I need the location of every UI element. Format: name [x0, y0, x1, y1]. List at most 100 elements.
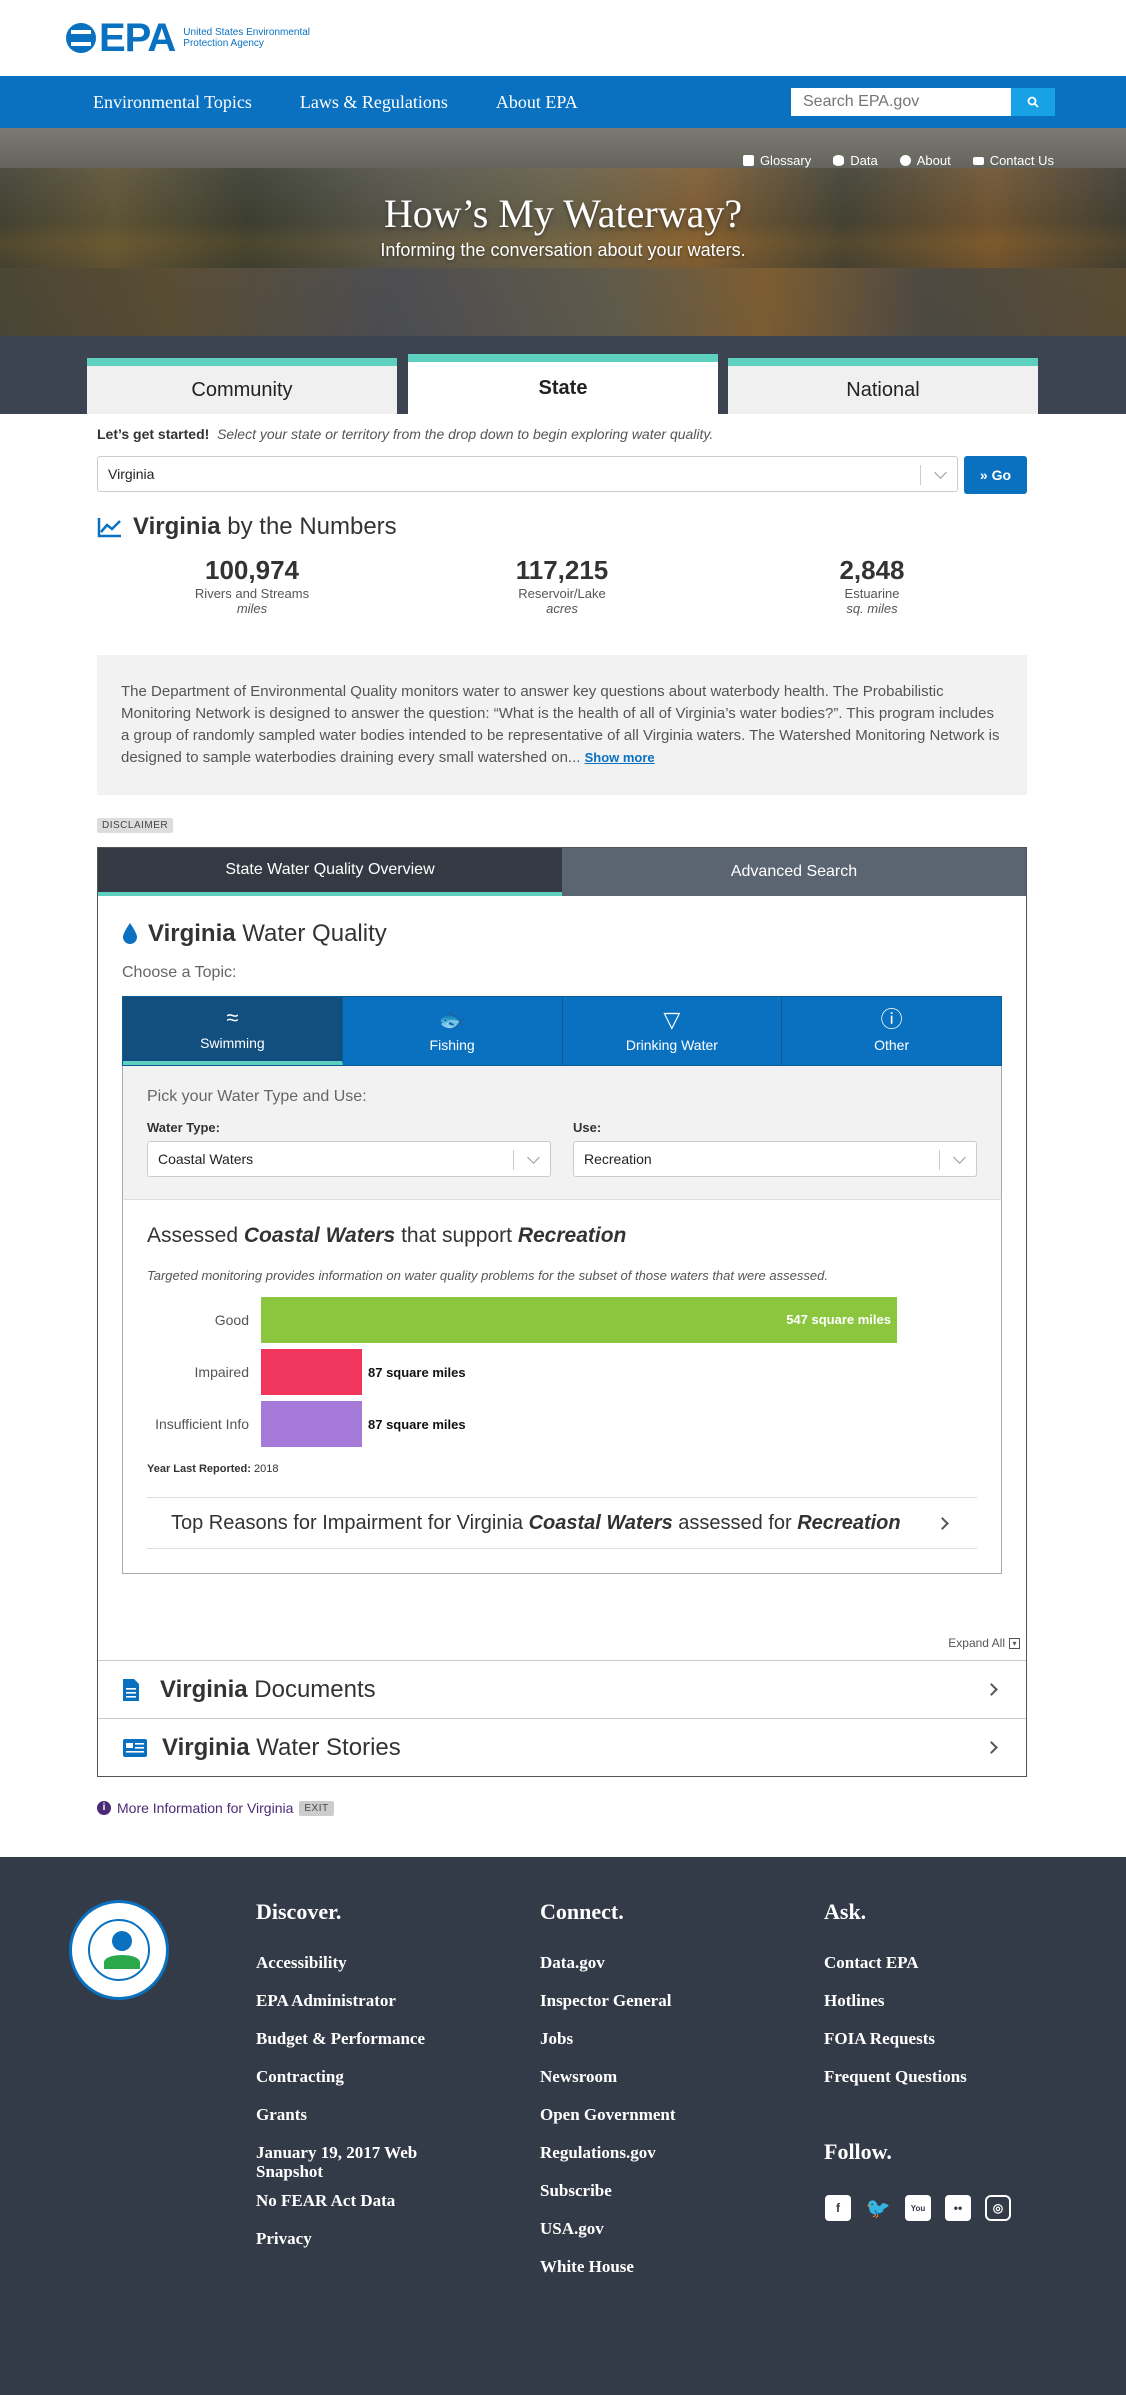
- by-the-numbers: Virginia by the Numbers 100,974 Rivers a…: [97, 513, 1027, 616]
- tab-state[interactable]: State: [408, 354, 718, 414]
- stat-estuarine: 2,848 Estuarine sq. miles: [839, 555, 905, 616]
- data-link[interactable]: Data: [833, 153, 878, 168]
- page-title: How’s My Waterway?: [383, 191, 743, 236]
- footer-link-contracting[interactable]: Contracting: [256, 2067, 436, 2105]
- bar-category-label: Impaired: [194, 1364, 249, 1380]
- tab-community[interactable]: Community: [87, 358, 397, 414]
- monitoring-note: Targeted monitoring provides information…: [147, 1268, 828, 1283]
- topic-drinking-water[interactable]: ▽ Drinking Water: [563, 997, 783, 1065]
- discover-heading: Discover.: [256, 1899, 342, 1924]
- page-subtitle: Informing the conversation about your wa…: [380, 240, 746, 260]
- water-type-section: Pick your Water Type and Use: Water Type…: [122, 1066, 1002, 1200]
- chevron-down-icon: [934, 466, 947, 479]
- chevron-right-icon: [985, 1683, 998, 1696]
- footer-link-epa-administrator[interactable]: EPA Administrator: [256, 1991, 436, 2029]
- epa-logo[interactable]: EPA United States Environmental Protecti…: [66, 16, 313, 61]
- search-button[interactable]: [1011, 88, 1055, 116]
- newspaper-icon: [123, 1738, 147, 1757]
- accordion-documents[interactable]: Virginia Documents: [98, 1660, 1026, 1718]
- search-input[interactable]: [791, 88, 1011, 116]
- follow-heading: Follow.: [824, 2139, 892, 2164]
- footer-link-open-government[interactable]: Open Government: [540, 2105, 676, 2143]
- bar-row: Insufficient Info 87 square miles: [147, 1399, 977, 1449]
- disclaimer-badge[interactable]: DISCLAIMER: [97, 818, 174, 833]
- glossary-link[interactable]: Glossary: [742, 153, 811, 168]
- bar-row: Good 547 square miles: [147, 1295, 977, 1345]
- expand-icon: ▾: [1009, 1637, 1020, 1649]
- footer-link-white-house[interactable]: White House: [540, 2257, 676, 2295]
- footer-link-regulations-gov[interactable]: Regulations.gov: [540, 2143, 676, 2181]
- footer-link-contact-epa[interactable]: Contact EPA: [824, 1953, 967, 1991]
- footer-link-frequent-questions[interactable]: Frequent Questions: [824, 2067, 967, 2105]
- footer-link-usa-gov[interactable]: USA.gov: [540, 2219, 676, 2257]
- bar-impaired: [261, 1349, 362, 1395]
- footer-link-budget-performance[interactable]: Budget & Performance: [256, 2029, 436, 2067]
- accordion-water-stories[interactable]: Virginia Water Stories: [98, 1718, 1026, 1776]
- topic-fishing[interactable]: 🐟 Fishing: [343, 997, 563, 1065]
- facebook-icon[interactable]: f: [825, 2195, 851, 2221]
- tab-state-water-quality-overview[interactable]: State Water Quality Overview: [98, 848, 562, 896]
- nav-laws-regulations[interactable]: Laws & Regulations: [300, 92, 448, 113]
- cup-icon: ▽: [663, 1007, 681, 1032]
- bar-good: 547 square miles: [261, 1297, 897, 1343]
- tab-national[interactable]: National: [728, 358, 1038, 414]
- footer-link-web-snapshot[interactable]: January 19, 2017 Web Snapshot: [256, 2143, 436, 2191]
- about-link[interactable]: About: [899, 153, 951, 168]
- numbers-title: Virginia by the Numbers: [97, 513, 1027, 541]
- more-information-link[interactable]: i More Information for Virginia EXIT: [97, 1800, 1027, 1816]
- bar-category-label: Good: [214, 1312, 249, 1328]
- footer-link-grants[interactable]: Grants: [256, 2105, 436, 2143]
- chevron-down-icon: [527, 1151, 540, 1164]
- description-box: The Department of Environmental Quality …: [97, 655, 1027, 795]
- chevron-right-icon: [985, 1741, 998, 1754]
- bar-row: Impaired 87 square miles: [147, 1347, 977, 1397]
- topic-other[interactable]: ⓘ Other: [782, 997, 1001, 1065]
- water-type-dropdown[interactable]: Coastal Waters: [147, 1141, 551, 1177]
- youtube-icon[interactable]: You: [905, 2195, 931, 2221]
- footer-link-foia-requests[interactable]: FOIA Requests: [824, 2029, 967, 2067]
- connect-links: Data.gov Inspector General Jobs Newsroom…: [540, 1953, 676, 2295]
- state-dropdown[interactable]: Virginia: [97, 456, 958, 492]
- go-button[interactable]: » Go: [964, 456, 1027, 494]
- tab-advanced-search[interactable]: Advanced Search: [562, 848, 1026, 896]
- flickr-icon[interactable]: ••: [945, 2195, 971, 2221]
- water-quality-panel: State Water Quality Overview Advanced Se…: [97, 847, 1027, 1777]
- nav-about-epa[interactable]: About EPA: [496, 92, 578, 113]
- water-drop-icon: [123, 923, 137, 944]
- top-reasons-toggle[interactable]: Top Reasons for Impairment for Virginia …: [147, 1497, 977, 1549]
- assessed-section: Assessed Coastal Waters that support Rec…: [122, 1200, 1002, 1574]
- footer-link-newsroom[interactable]: Newsroom: [540, 2067, 676, 2105]
- agency-name: United States Environmental Protection A…: [183, 27, 311, 49]
- expand-all-button[interactable]: Expand All ▾: [948, 1636, 1020, 1650]
- twitter-icon[interactable]: 🐦: [865, 2195, 891, 2221]
- swimming-icon: ≈: [226, 1005, 239, 1030]
- footer-link-subscribe[interactable]: Subscribe: [540, 2181, 676, 2219]
- state-selector: Let’s get started! Select your state or …: [97, 426, 1027, 494]
- bar-insufficient-info: [261, 1401, 362, 1447]
- footer-link-hotlines[interactable]: Hotlines: [824, 1991, 967, 2029]
- footer-link-accessibility[interactable]: Accessibility: [256, 1953, 436, 1991]
- site-header: EPA United States Environmental Protecti…: [0, 0, 1126, 76]
- footer-link-no-fear-act[interactable]: No FEAR Act Data: [256, 2191, 436, 2229]
- chevron-down-icon: [953, 1151, 966, 1164]
- epa-logo-mark: EPA: [66, 16, 176, 61]
- footer-link-inspector-general[interactable]: Inspector General: [540, 1991, 676, 2029]
- instagram-icon[interactable]: ◎: [985, 2195, 1011, 2221]
- main-tab-strip: Community State National: [0, 336, 1126, 414]
- contact-us-link[interactable]: Contact Us: [972, 153, 1054, 168]
- double-chevron-icon: »: [979, 467, 992, 483]
- social-links: f 🐦 You •• ◎: [825, 2195, 1011, 2221]
- topic-swimming[interactable]: ≈ Swimming: [123, 997, 343, 1065]
- bar-category-label: Insufficient Info: [155, 1416, 249, 1432]
- utility-links: Glossary Data About Contact Us: [742, 153, 1054, 168]
- database-icon: [833, 155, 845, 166]
- use-dropdown[interactable]: Recreation: [573, 1141, 977, 1177]
- pick-water-type-label: Pick your Water Type and Use:: [147, 1088, 367, 1105]
- show-more-link[interactable]: Show more: [585, 750, 655, 765]
- wq-body: Virginia Water Quality Choose a Topic: ≈…: [98, 896, 1026, 1574]
- footer-link-privacy[interactable]: Privacy: [256, 2229, 436, 2267]
- nav-environmental-topics[interactable]: Environmental Topics: [93, 92, 252, 113]
- footer-link-jobs[interactable]: Jobs: [540, 2029, 676, 2067]
- site-search: [791, 88, 1055, 116]
- footer-link-data-gov[interactable]: Data.gov: [540, 1953, 676, 1991]
